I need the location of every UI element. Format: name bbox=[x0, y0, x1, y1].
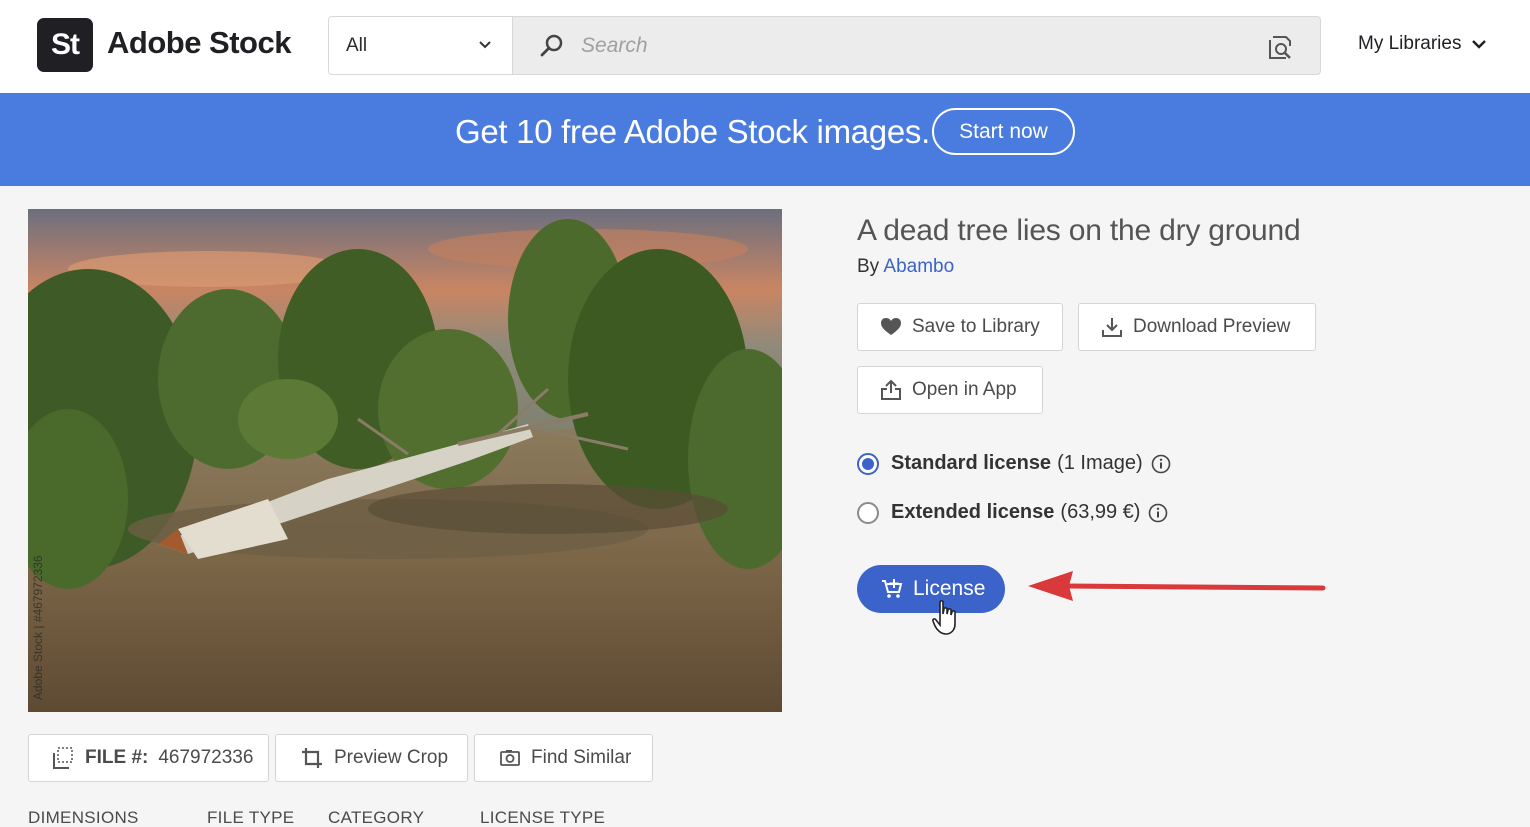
asset-preview-image[interactable] bbox=[28, 209, 782, 712]
author-link[interactable]: Abambo bbox=[883, 256, 954, 277]
top-header: St Adobe Stock All My Libraries bbox=[0, 0, 1530, 93]
info-icon[interactable] bbox=[1151, 454, 1171, 474]
preview-crop-button[interactable]: Preview Crop bbox=[275, 734, 468, 782]
find-similar-label: Find Similar bbox=[531, 747, 632, 768]
hand-cursor-icon bbox=[932, 600, 956, 635]
save-to-library-button[interactable]: Save to Library bbox=[857, 303, 1063, 351]
details-header-category: CATEGORY bbox=[328, 808, 425, 827]
download-icon bbox=[1102, 318, 1122, 337]
my-libraries-menu[interactable]: My Libraries bbox=[1358, 33, 1487, 55]
standard-license-name: Standard license bbox=[891, 452, 1052, 474]
heart-icon bbox=[881, 318, 901, 335]
chevron-down-icon bbox=[479, 41, 491, 49]
by-label: By bbox=[857, 256, 880, 277]
extended-license-option[interactable]: Extended license (63,99 €) bbox=[857, 501, 1168, 524]
preview-crop-label: Preview Crop bbox=[334, 747, 449, 768]
license-button[interactable]: License bbox=[857, 565, 1005, 613]
standard-license-detail: (1 Image) bbox=[1057, 452, 1143, 474]
search-bar: All bbox=[328, 16, 1321, 75]
share-icon bbox=[881, 379, 901, 400]
details-header-license-type: LICENSE TYPE bbox=[480, 808, 606, 827]
promo-banner: Get 10 free Adobe Stock images. Start no… bbox=[0, 93, 1530, 186]
license-button-label: License bbox=[913, 577, 986, 600]
standard-license-radio[interactable] bbox=[857, 452, 879, 475]
open-in-app-label: Open in App bbox=[912, 379, 1017, 400]
extended-license-radio[interactable] bbox=[857, 501, 879, 524]
logo-mark: St bbox=[51, 28, 80, 61]
visual-search-icon[interactable] bbox=[1266, 34, 1294, 62]
my-libraries-label: My Libraries bbox=[1358, 33, 1462, 54]
crop-icon bbox=[302, 748, 322, 768]
file-label: FILE #: bbox=[85, 747, 149, 768]
start-now-button[interactable]: Start now bbox=[932, 108, 1075, 155]
camera-icon bbox=[500, 750, 520, 766]
details-header-dimensions: DIMENSIONS bbox=[28, 808, 139, 827]
cart-plus-icon bbox=[882, 579, 903, 598]
open-in-app-button[interactable]: Open in App bbox=[857, 366, 1043, 414]
chevron-down-icon bbox=[1472, 40, 1487, 49]
search-icon[interactable] bbox=[539, 33, 565, 59]
download-preview-label: Download Preview bbox=[1133, 316, 1291, 337]
save-to-library-label: Save to Library bbox=[912, 316, 1040, 337]
standard-license-option[interactable]: Standard license (1 Image) bbox=[857, 452, 1171, 475]
search-category-value: All bbox=[346, 34, 368, 56]
landscape-photo bbox=[28, 209, 782, 712]
file-number-button[interactable]: FILE #: 467972336 bbox=[28, 734, 269, 782]
file-number: 467972336 bbox=[158, 747, 254, 768]
find-similar-button[interactable]: Find Similar bbox=[474, 734, 653, 782]
image-watermark: Adobe Stock | #467972336 bbox=[31, 555, 45, 700]
promo-text: Get 10 free Adobe Stock images. bbox=[455, 113, 930, 150]
adobe-stock-logo[interactable]: St bbox=[37, 18, 93, 72]
file-icon bbox=[53, 747, 73, 769]
info-icon[interactable] bbox=[1148, 503, 1168, 523]
author-byline: By Abambo bbox=[857, 256, 954, 278]
download-preview-button[interactable]: Download Preview bbox=[1078, 303, 1316, 351]
search-category-select[interactable]: All bbox=[329, 17, 513, 74]
details-header-file-type: FILE TYPE bbox=[207, 808, 295, 827]
extended-license-name: Extended license bbox=[891, 501, 1055, 523]
asset-title: A dead tree lies on the dry ground bbox=[857, 214, 1301, 247]
red-arrow-annotation bbox=[1028, 571, 1326, 601]
search-input[interactable] bbox=[581, 25, 1241, 67]
extended-license-detail: (63,99 €) bbox=[1060, 501, 1141, 523]
logo-text[interactable]: Adobe Stock bbox=[107, 25, 291, 61]
